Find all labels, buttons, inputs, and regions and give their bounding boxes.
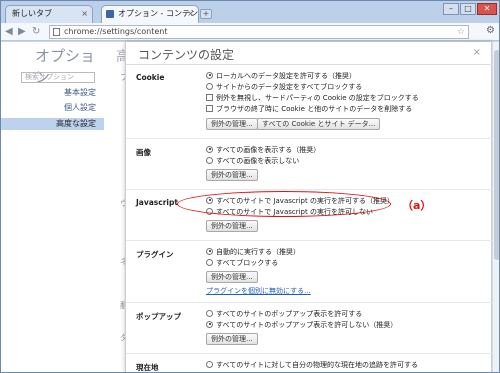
plugins-exceptions-button[interactable]: 例外の管理... — [206, 271, 258, 283]
wrench-favicon-icon — [106, 10, 114, 18]
cookie-section-label: Cookie — [136, 73, 165, 82]
javascript-exceptions-button[interactable]: 例外の管理... — [206, 220, 258, 232]
plugins-block-radio[interactable]: すべてブロックする — [206, 258, 279, 268]
tab-options[interactable]: オプション - コンテンツ... × — [101, 5, 199, 23]
minimize-button[interactable]: – — [443, 3, 459, 15]
checkbox-icon — [206, 104, 213, 112]
page-icon — [53, 28, 60, 36]
annotation-ellipse — [177, 191, 391, 217]
option-label: すべての画像を表示しない — [216, 157, 300, 165]
all-cookies-button[interactable]: すべての Cookie とサイト データ... — [257, 118, 381, 130]
address-bar[interactable]: chrome://settings/content ☆ — [49, 25, 469, 39]
option-label: ローカルへのデータ設定を許可する（推奨） — [216, 72, 356, 80]
popups-block-radio[interactable]: すべてのサイトのポップアップ表示を許可しない（推奨） — [206, 320, 398, 330]
sidebar-item-advanced[interactable]: 高度な設定 — [1, 118, 104, 130]
popups-section-label: ポップアップ — [136, 312, 181, 321]
dialog-title: コンテンツの設定 — [138, 48, 235, 62]
radio-selected-icon — [206, 71, 213, 79]
block-third-party-checkbox[interactable]: 例外を無視し、サードパーティの Cookie の設定をブロックする — [206, 93, 419, 103]
images-hide-radio[interactable]: すべての画像を表示しない — [206, 156, 300, 166]
reload-icon[interactable]: ↻ — [32, 25, 40, 39]
popups-allow-radio[interactable]: すべてのサイトのポップアップ表示を許可する — [206, 309, 363, 319]
cookie-allow-radio[interactable]: ローカルへのデータ設定を許可する（推奨） — [206, 71, 356, 81]
radio-selected-icon — [206, 247, 213, 255]
option-label: 自動的に実行する（推奨） — [216, 248, 300, 256]
cookie-block-radio[interactable]: サイトからのデータ設定をすべてブロックする — [206, 82, 363, 92]
javascript-section-label: Javascript — [136, 198, 178, 207]
radio-selected-icon — [206, 145, 213, 153]
plugins-auto-radio[interactable]: 自動的に実行する（推奨） — [206, 247, 300, 257]
wrench-menu-icon[interactable]: ⚙ — [486, 25, 495, 36]
background-settings-fragment: 高 プ ウ ネ 翻 ダ — [104, 42, 130, 372]
location-allow-radio[interactable]: すべてのサイトに対して自分の物理的な現在地の追跡を許可する — [206, 360, 419, 370]
option-label: すべての画像を表示する（推奨） — [216, 146, 321, 154]
images-section-label: 画像 — [136, 148, 151, 157]
section-divider — [126, 302, 493, 303]
plugins-section-label: プラグイン — [136, 250, 174, 259]
search-input[interactable]: 検索オプション — [21, 72, 95, 83]
back-arrow-icon[interactable]: ◀ — [5, 25, 13, 39]
images-show-radio[interactable]: すべての画像を表示する（推奨） — [206, 145, 321, 155]
images-exceptions-button[interactable]: 例外の管理... — [206, 169, 258, 181]
section-divider — [126, 138, 493, 139]
radio-selected-icon — [206, 320, 213, 328]
sidebar-item-personal[interactable]: 個人設定 — [1, 102, 104, 114]
tab-new-tab[interactable]: 新しいタブ × — [5, 5, 93, 23]
tab-close-icon[interactable]: × — [81, 6, 88, 22]
browser-window: 新しいタブ × オプション - コンテンツ... × + – □ ✕ ◀ ▶ ↻… — [0, 0, 500, 373]
checkbox-icon — [206, 93, 213, 101]
options-sidebar: オプション 検索オプション 基本設定 個人設定 高度な設定 — [1, 42, 104, 372]
sidebar-item-basic[interactable]: 基本設定 — [1, 87, 104, 99]
radio-icon — [206, 360, 213, 368]
close-icon[interactable]: × — [473, 47, 481, 58]
section-divider — [126, 353, 493, 354]
browser-toolbar: ◀ ▶ ↻ chrome://settings/content ☆ ⚙ — [1, 23, 499, 41]
radio-icon — [206, 156, 213, 164]
clear-on-exit-checkbox[interactable]: ブラウザの終了時に Cookie と他のサイトのデータを削除する — [206, 104, 413, 114]
close-window-button[interactable]: ✕ — [477, 3, 497, 15]
url-text: chrome://settings/content — [64, 27, 168, 36]
section-divider — [126, 240, 493, 241]
popups-exceptions-button[interactable]: 例外の管理... — [206, 333, 258, 345]
option-label: 例外を無視し、サードパーティの Cookie の設定をブロックする — [216, 94, 419, 102]
forward-arrow-icon[interactable]: ▶ — [18, 25, 26, 39]
maximize-button[interactable]: □ — [460, 3, 476, 15]
radio-icon — [206, 309, 213, 317]
radio-icon — [206, 258, 213, 266]
tab-label: 新しいタブ — [12, 9, 52, 18]
option-label: すべてブロックする — [216, 259, 279, 267]
location-section-label: 現在地 — [136, 363, 159, 372]
window-controls: – □ ✕ — [443, 3, 497, 15]
title-bar: 新しいタブ × オプション - コンテンツ... × + – □ ✕ — [1, 1, 499, 23]
radio-icon — [206, 82, 213, 90]
new-tab-button[interactable]: + — [200, 9, 212, 19]
tab-close-icon[interactable]: × — [187, 6, 194, 22]
option-label: すべてのサイトのポップアップ表示を許可しない（推奨） — [216, 321, 398, 329]
section-divider — [126, 189, 493, 190]
annotation-label: （a） — [402, 199, 432, 212]
bookmark-star-icon[interactable]: ☆ — [457, 26, 465, 38]
scrollbar-thumb[interactable] — [494, 50, 499, 260]
option-label: すべてのサイトのポップアップ表示を許可する — [216, 310, 363, 318]
title-divider — [126, 64, 493, 65]
option-label: サイトからのデータ設定をすべてブロックする — [216, 83, 363, 91]
cookie-exceptions-button[interactable]: 例外の管理... — [206, 118, 258, 130]
disable-plugins-link[interactable]: プラグインを個別に無効にする... — [206, 286, 311, 296]
option-label: すべてのサイトに対して自分の物理的な現在地の追跡を許可する — [216, 361, 419, 369]
page-scrollbar[interactable] — [492, 42, 499, 372]
option-label: ブラウザの終了時に Cookie と他のサイトのデータを削除する — [216, 105, 413, 113]
